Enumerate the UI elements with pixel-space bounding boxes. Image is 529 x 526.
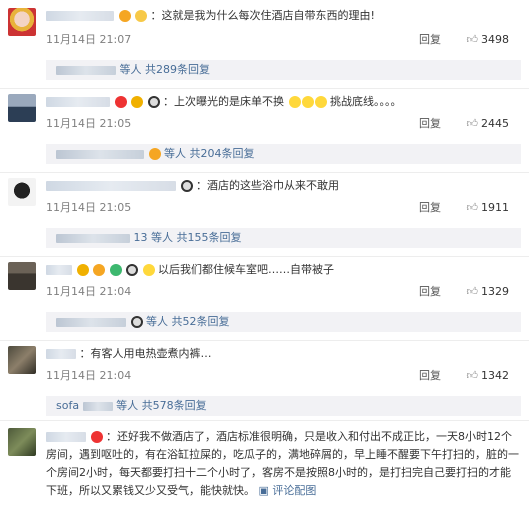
comment-image-link[interactable]: ▣ 评论配图 — [259, 484, 317, 497]
avatar[interactable] — [8, 178, 36, 206]
thumbs-up-icon: 👍︎ — [466, 369, 479, 382]
username[interactable] — [46, 349, 76, 359]
username[interactable] — [46, 11, 114, 21]
replier-names[interactable] — [56, 233, 130, 243]
reply-thread-summary[interactable]: 等人 共52条回复 — [46, 312, 521, 332]
reply-thread-summary[interactable]: 等人 共289条回复 — [46, 60, 521, 80]
fire-icon — [148, 148, 161, 160]
panda-icon — [180, 180, 193, 192]
avatar[interactable] — [8, 346, 36, 374]
emoji-icon — [142, 264, 155, 276]
avatar[interactable] — [8, 262, 36, 290]
comment-text: ：酒店的这些浴巾从来不敢用 — [196, 179, 339, 192]
reply-thread-summary[interactable]: 13 等人 共155条回复 — [46, 228, 521, 248]
shield-icon — [109, 264, 122, 276]
comment-text: 以后我们都住候车室吧……自带被子 — [158, 263, 334, 276]
panda-icon — [147, 96, 160, 108]
timestamp: 11月14日 21:04 — [46, 285, 132, 298]
reply-button[interactable]: 回复 — [419, 32, 441, 48]
reply-button[interactable]: 回复 — [419, 200, 441, 216]
avatar[interactable] — [8, 94, 36, 122]
username[interactable] — [46, 432, 86, 442]
comment-text: ：这就是我为什么每次住酒店自带东西的理由! — [150, 9, 375, 22]
emoji-icon — [288, 96, 301, 108]
divider — [0, 420, 529, 421]
image-icon: ▣ — [258, 484, 269, 497]
like-button[interactable]: 👍︎ 1911 — [467, 200, 510, 216]
thumbs-up-icon: 👍︎ — [466, 33, 479, 46]
fire-icon — [118, 10, 131, 22]
star-icon — [114, 96, 127, 108]
replier-names[interactable] — [56, 149, 144, 159]
panda-icon — [126, 264, 138, 276]
crown-icon — [135, 10, 147, 22]
username[interactable] — [46, 97, 110, 107]
thumbs-up-icon: 👍︎ — [466, 201, 479, 214]
v-badge-icon — [131, 96, 143, 108]
timestamp: 11月14日 21:07 — [46, 33, 132, 46]
like-button[interactable]: 👍︎ 3498 — [467, 32, 510, 48]
replier-names[interactable] — [82, 401, 113, 411]
emoji-icon — [301, 96, 314, 108]
divider — [0, 172, 529, 173]
reply-button[interactable]: 回复 — [419, 368, 441, 384]
divider — [0, 88, 529, 89]
replier-names[interactable] — [56, 65, 116, 75]
avatar[interactable] — [8, 8, 36, 36]
fire-icon — [93, 264, 105, 276]
reply-thread-summary[interactable]: 等人 共204条回复 — [46, 144, 521, 164]
divider — [0, 340, 529, 341]
emoji-icon — [314, 96, 327, 108]
like-button[interactable]: 👍︎ 2445 — [467, 116, 510, 132]
username[interactable] — [46, 265, 72, 275]
v-badge-icon — [76, 264, 89, 276]
reply-button[interactable]: 回复 — [419, 116, 441, 132]
thumbs-up-icon: 👍︎ — [466, 117, 479, 130]
thumbs-up-icon: 👍︎ — [466, 285, 479, 298]
timestamp: 11月14日 21:05 — [46, 201, 132, 214]
like-button[interactable]: 👍︎ 1329 — [467, 284, 510, 300]
comment-body: ：还好我不做酒店了，酒店标准很明确，只是收入和付出不成正比，一天8小时12个房间… — [46, 428, 521, 500]
avatar[interactable] — [8, 428, 36, 456]
star-icon — [90, 431, 103, 443]
divider — [0, 256, 529, 257]
timestamp: 11月14日 21:05 — [46, 117, 132, 130]
reply-button[interactable]: 回复 — [419, 284, 441, 300]
timestamp: 11月14日 21:04 — [46, 369, 132, 382]
comment-text: ：上次曝光的是床单不换 — [163, 95, 284, 108]
reply-thread-summary[interactable]: sofa 等人 共578条回复 — [46, 396, 521, 416]
comment-text: ：有客人用电热壶煮内裤… — [79, 347, 212, 360]
like-button[interactable]: 👍︎ 1342 — [467, 368, 510, 384]
replier-names[interactable] — [56, 317, 126, 327]
comment-text-cont: 挑战底线。。。。 — [330, 95, 402, 108]
panda-icon — [130, 316, 143, 328]
username[interactable] — [46, 181, 176, 191]
